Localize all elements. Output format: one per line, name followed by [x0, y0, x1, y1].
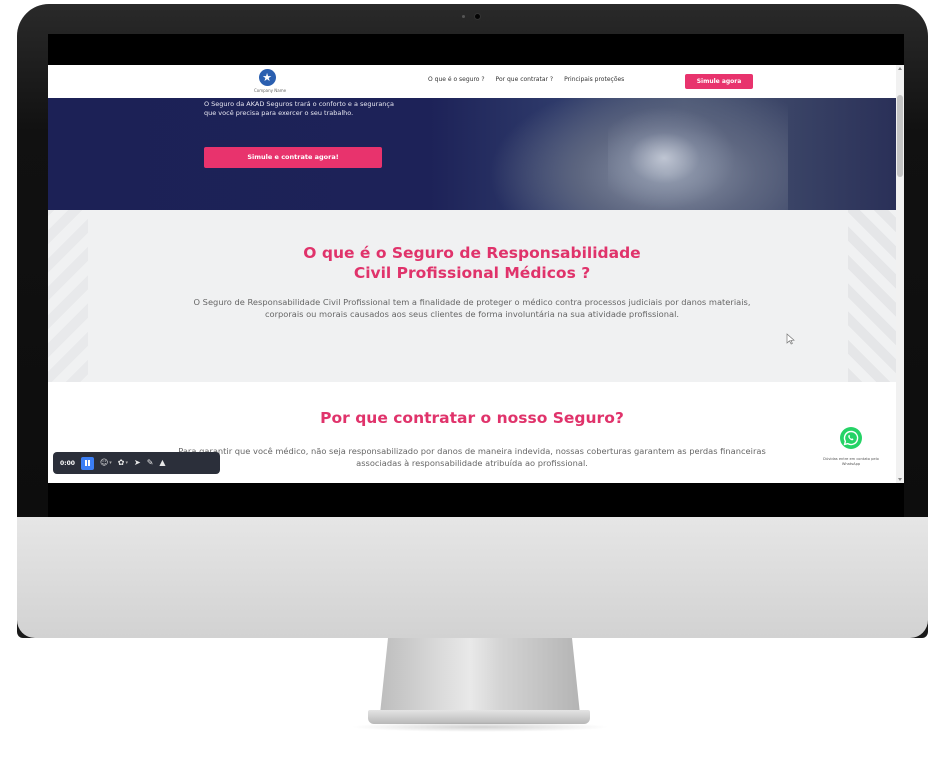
whatsapp-label: Dúvidas entre em contato pelo WhatsApp: [823, 457, 879, 466]
chevron-down-icon[interactable]: ▾: [126, 460, 129, 466]
scroll-down-arrow-icon[interactable]: [898, 478, 902, 481]
stand-shadow: [350, 722, 610, 732]
whatsapp-icon[interactable]: [840, 427, 862, 449]
chevron-down-icon[interactable]: ▾: [109, 460, 112, 466]
decorative-pattern-right: [848, 210, 896, 382]
page-scrollbar[interactable]: [896, 65, 904, 483]
star-logo-icon: ★: [258, 69, 276, 86]
section-why-body: Para garantir que você médico, não seja …: [178, 446, 766, 468]
simule-agora-button[interactable]: Simule agora: [685, 74, 753, 89]
section-what-title: O que é o Seguro de Responsabilidade Civ…: [48, 243, 896, 283]
mouse-cursor-icon: [786, 333, 795, 345]
site-header: ★ Company Name O que é o seguro ? Por qu…: [48, 65, 896, 98]
hero-image-highlight: [608, 98, 748, 210]
highlighter-icon[interactable]: ▲: [159, 458, 165, 468]
company-logo[interactable]: ★ Company Name: [254, 69, 287, 93]
scroll-up-arrow-icon[interactable]: [898, 67, 902, 70]
logo-text: Company Name: [254, 88, 287, 93]
hero-text: O Seguro da AKAD Seguros trará o confort…: [204, 100, 394, 117]
section-why-title: Por que contratar o nosso Seguro?: [320, 409, 624, 427]
pointer-icon[interactable]: ➤: [134, 458, 141, 468]
monitor-stand: [380, 638, 580, 714]
main-nav: O que é o seguro ? Por que contratar ? P…: [428, 76, 624, 83]
decorative-pattern-left: [48, 210, 88, 382]
screen-recorder-toolbar: 0:00 ☺ ▾ ✿ ▾ ➤ ✎ ▲: [53, 452, 220, 474]
nav-link-principais-protecoes[interactable]: Principais proteções: [564, 76, 624, 83]
section-what-title-line2: Civil Profissional Médicos ?: [353, 264, 591, 282]
section-what-body: O Seguro de Responsabilidade Civil Profi…: [193, 297, 751, 319]
simule-contrate-button[interactable]: Simule e contrate agora!: [204, 147, 382, 168]
nav-link-por-que-contratar[interactable]: Por que contratar ?: [496, 76, 554, 83]
emoji-icon[interactable]: ☺: [100, 458, 108, 468]
scroll-thumb[interactable]: [897, 95, 903, 177]
section-what-title-line1: O que é o Seguro de Responsabilidade: [303, 244, 641, 262]
screen-letterbox-bottom: [48, 483, 904, 517]
sticker-icon[interactable]: ✿: [118, 458, 125, 468]
recording-time: 0:00: [60, 459, 75, 467]
monitor-chin: [17, 517, 928, 638]
section-what-is-insurance: O que é o Seguro de Responsabilidade Civ…: [48, 210, 896, 382]
hero-banner: O Seguro da AKAD Seguros trará o confort…: [48, 98, 896, 210]
pause-icon[interactable]: [80, 456, 94, 470]
browser-viewport: ★ Company Name O que é o seguro ? Por qu…: [48, 65, 904, 483]
camera-icon: [462, 13, 486, 21]
screen-letterbox-top: [48, 34, 904, 65]
nav-link-o-que-e[interactable]: O que é o seguro ?: [428, 76, 485, 83]
pen-icon[interactable]: ✎: [147, 458, 154, 468]
whatsapp-widget[interactable]: Dúvidas entre em contato pelo WhatsApp: [816, 427, 886, 467]
